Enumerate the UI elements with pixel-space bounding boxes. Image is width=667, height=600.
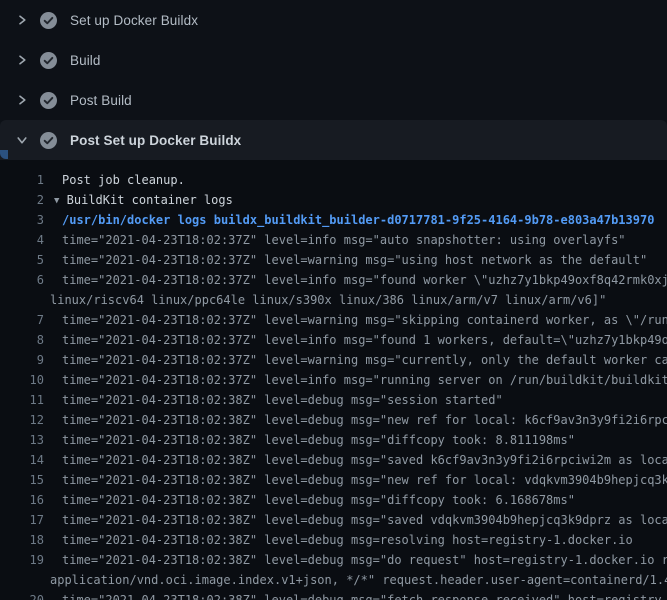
log-line-number[interactable]: 10 xyxy=(0,370,44,390)
log-row: 18 time="2021-04-23T18:02:38Z" level=debu… xyxy=(0,530,667,550)
log-line-number[interactable]: 7 xyxy=(0,310,44,330)
chevron-right-icon xyxy=(16,54,40,66)
log-row: 17 time="2021-04-23T18:02:38Z" level=debu… xyxy=(0,510,667,530)
step-title: Post Build xyxy=(70,93,132,108)
log-row: linux/riscv64 linux/ppc64le linux/s390x … xyxy=(0,290,667,310)
log-line-text: time="2021-04-23T18:02:38Z" level=debug … xyxy=(50,390,667,410)
log-row: 13 time="2021-04-23T18:02:38Z" level=debu… xyxy=(0,430,667,450)
log-line-text: time="2021-04-23T18:02:37Z" level=warnin… xyxy=(50,250,667,270)
chevron-right-icon xyxy=(16,14,40,26)
log-line-text: time="2021-04-23T18:02:38Z" level=debug … xyxy=(50,470,667,490)
log-line-number[interactable]: 11 xyxy=(0,390,44,410)
step-title: Post Set up Docker Buildx xyxy=(70,133,241,148)
log-row: 10 time="2021-04-23T18:02:37Z" level=info… xyxy=(0,370,667,390)
log-line-text: time="2021-04-23T18:02:38Z" level=debug … xyxy=(50,490,667,510)
log-line-text: time="2021-04-23T18:02:38Z" level=debug … xyxy=(50,410,667,430)
log-row: 5 time="2021-04-23T18:02:37Z" level=warni… xyxy=(0,250,667,270)
check-circle-icon xyxy=(40,52,70,69)
step-row-build[interactable]: Build xyxy=(0,40,667,80)
log-line-number xyxy=(0,570,44,590)
log-line-number[interactable]: 1 xyxy=(0,170,44,190)
log-line-number[interactable]: 15 xyxy=(0,470,44,490)
log-row: 20 time="2021-04-23T18:02:38Z" level=debu… xyxy=(0,590,667,600)
log-row: 3/usr/bin/docker logs buildx_buildkit_bu… xyxy=(0,210,667,230)
log-line-text: time="2021-04-23T18:02:38Z" level=debug … xyxy=(50,530,667,550)
check-circle-icon xyxy=(40,12,70,29)
log-row: 12 time="2021-04-23T18:02:38Z" level=debu… xyxy=(0,410,667,430)
log-line-number[interactable]: 2 xyxy=(0,190,44,210)
log-command-text: /usr/bin/docker logs buildx_buildkit_bui… xyxy=(50,210,667,230)
log-row: 15 time="2021-04-23T18:02:38Z" level=debu… xyxy=(0,470,667,490)
log-line-number[interactable]: 14 xyxy=(0,450,44,470)
log-line-text: time="2021-04-23T18:02:37Z" level=info m… xyxy=(50,270,667,290)
log-line-number[interactable]: 9 xyxy=(0,350,44,370)
log-line-number[interactable]: 8 xyxy=(0,330,44,350)
log-line-text: time="2021-04-23T18:02:37Z" level=info m… xyxy=(50,330,667,350)
log-row: 1 Post job cleanup. xyxy=(0,170,667,190)
log-line-text: Post job cleanup. xyxy=(50,170,667,190)
group-expand-icon[interactable]: ▼ xyxy=(54,191,59,210)
log-line-text: time="2021-04-23T18:02:38Z" level=debug … xyxy=(50,430,667,450)
log-line-text: time="2021-04-23T18:02:38Z" level=debug … xyxy=(50,450,667,470)
log-row: 16 time="2021-04-23T18:02:38Z" level=debu… xyxy=(0,490,667,510)
check-circle-icon xyxy=(40,92,70,109)
log-line-number xyxy=(0,290,44,310)
log-line-number[interactable]: 5 xyxy=(0,250,44,270)
log-line-text: time="2021-04-23T18:02:38Z" level=debug … xyxy=(50,550,667,570)
log-line-number[interactable]: 16 xyxy=(0,490,44,510)
log-line-text: time="2021-04-23T18:02:37Z" level=warnin… xyxy=(50,350,667,370)
log-line-text: time="2021-04-23T18:02:37Z" level=info m… xyxy=(50,230,667,250)
log-line-number[interactable]: 19 xyxy=(0,550,44,570)
log-line-text: time="2021-04-23T18:02:38Z" level=debug … xyxy=(50,590,667,600)
step-row-set-up-docker-buildx[interactable]: Set up Docker Buildx xyxy=(0,0,667,40)
log-line-number[interactable]: 6 xyxy=(0,270,44,290)
check-circle-icon xyxy=(40,132,70,149)
chevron-down-icon xyxy=(16,134,40,146)
log-line-number[interactable]: 12 xyxy=(0,410,44,430)
step-row-post-build[interactable]: Post Build xyxy=(0,80,667,120)
log-line-number[interactable]: 18 xyxy=(0,530,44,550)
step-title: Build xyxy=(70,53,101,68)
log-panel[interactable]: 1 Post job cleanup. 2 ▼ BuildKit container … xyxy=(0,160,667,600)
step-row-post-set-up-docker-buildx[interactable]: Post Set up Docker Buildx xyxy=(0,120,667,160)
step-title: Set up Docker Buildx xyxy=(70,13,198,28)
log-group-header-text[interactable]: ▼ BuildKit container logs xyxy=(50,190,667,210)
chevron-right-icon xyxy=(16,94,40,106)
log-row: 2 ▼ BuildKit container logs xyxy=(0,190,667,210)
log-row: 19 time="2021-04-23T18:02:38Z" level=debu… xyxy=(0,550,667,570)
log-row: 11 time="2021-04-23T18:02:38Z" level=debu… xyxy=(0,390,667,410)
log-line-text: linux/riscv64 linux/ppc64le linux/s390x … xyxy=(50,290,667,310)
log-line-number[interactable]: 13 xyxy=(0,430,44,450)
log-line-text: time="2021-04-23T18:02:37Z" level=info m… xyxy=(50,370,667,390)
log-line-number[interactable]: 20 xyxy=(0,590,44,600)
log-row: 8 time="2021-04-23T18:02:37Z" level=info … xyxy=(0,330,667,350)
log-line-text: application/vnd.oci.image.index.v1+json,… xyxy=(50,570,667,590)
steps-list: Set up Docker Buildx Build Post Build Post … xyxy=(0,0,667,160)
log-line-number[interactable]: 4 xyxy=(0,230,44,250)
log-row: application/vnd.oci.image.index.v1+json,… xyxy=(0,570,667,590)
log-line-number[interactable]: 3 xyxy=(0,210,44,230)
log-row: 7 time="2021-04-23T18:02:37Z" level=warni… xyxy=(0,310,667,330)
log-line-text: time="2021-04-23T18:02:38Z" level=debug … xyxy=(50,510,667,530)
log-line-number[interactable]: 17 xyxy=(0,510,44,530)
log-row: 14 time="2021-04-23T18:02:38Z" level=debu… xyxy=(0,450,667,470)
log-line-text: time="2021-04-23T18:02:37Z" level=warnin… xyxy=(50,310,667,330)
log-row: 4 time="2021-04-23T18:02:37Z" level=info … xyxy=(0,230,667,250)
log-row: 6 time="2021-04-23T18:02:37Z" level=info … xyxy=(0,270,667,290)
log-row: 9 time="2021-04-23T18:02:37Z" level=warni… xyxy=(0,350,667,370)
